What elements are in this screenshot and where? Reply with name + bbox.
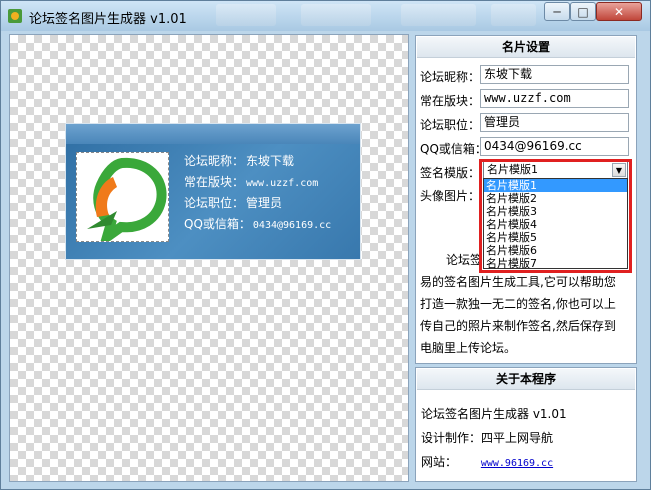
template-select[interactable]: 名片模版1 ▼ [483, 161, 628, 179]
template-option-3[interactable]: 名片模版3 [484, 205, 627, 218]
title-bar[interactable]: 论坛签名图片生成器 v1.01 ─ □ ✕ [1, 1, 650, 31]
template-selected-value: 名片模版1 [487, 163, 538, 176]
card-email-label: QQ或信箱： [184, 217, 251, 231]
template-option-5[interactable]: 名片模版5 [484, 231, 627, 244]
template-option-4[interactable]: 名片模版4 [484, 218, 627, 231]
card-email-value: 0434@96169.cc [252, 220, 332, 231]
template-option-1[interactable]: 名片模版1 [484, 179, 627, 192]
app-window: 论坛签名图片生成器 v1.01 ─ □ ✕ 论坛昵称： 东坡下载 常在版块： www… [0, 0, 651, 490]
card-position-value: 管理员 [246, 196, 283, 210]
titlebar-decoration [301, 4, 371, 26]
email-label: QQ或信箱： [420, 142, 487, 156]
template-dropdown-list[interactable]: 名片模版1 名片模版2 名片模版3 名片模版4 名片模版5 名片模版6 名片模版… [483, 178, 628, 270]
minimize-button[interactable]: ─ [544, 2, 570, 21]
maximize-button[interactable]: □ [570, 2, 596, 21]
close-icon: ✕ [613, 4, 625, 19]
card-position: 论坛职位： 管理员 [184, 194, 282, 211]
description-line: 易的签名图片生成工具,它可以帮助您 [420, 275, 616, 289]
position-label: 论坛职位： [420, 118, 481, 132]
about-app-name: 论坛签名图片生成器 v1.01 [421, 407, 567, 421]
titlebar-decoration [401, 4, 476, 26]
description-line: 传自己的照片来制作签名,然后保存到 [420, 319, 616, 333]
template-label: 签名模版： [420, 166, 481, 180]
card-nickname-label: 论坛昵称： [184, 154, 245, 168]
position-field[interactable]: 管理员 [480, 113, 629, 132]
logo-icon [87, 157, 167, 250]
author-label: 设计制作： [421, 431, 482, 445]
email-field[interactable]: 0434@96169.cc [480, 137, 629, 156]
site-label: 网站： [421, 455, 458, 469]
card-settings-panel: 名片设置 论坛昵称： 东坡下载 常在版块： www.uzzf.com 论坛职位：… [415, 35, 637, 364]
card-settings-header: 名片设置 [417, 37, 635, 58]
about-header: 关于本程序 [417, 369, 635, 390]
description-line: 电脑里上传论坛。 [420, 341, 517, 355]
avatar-label: 头像图片： [420, 189, 481, 203]
card-position-label: 论坛职位： [184, 196, 245, 210]
card-header-strip [66, 124, 360, 144]
card-board-value: www.uzzf.com [246, 178, 319, 189]
about-site: 网站： www.96169.cc [421, 453, 553, 470]
board-field[interactable]: www.uzzf.com [480, 89, 629, 108]
template-option-6[interactable]: 名片模版6 [484, 244, 627, 257]
preview-canvas: 论坛昵称： 东坡下载 常在版块： www.uzzf.com 论坛职位： 管理员 QQ或… [9, 34, 409, 482]
about-panel: 关于本程序 论坛签名图片生成器 v1.01 设计制作：四平上网导航 网站： ww… [415, 367, 637, 482]
card-email: QQ或信箱： 0434@96169.cc [184, 215, 331, 232]
author-value: 四平上网导航 [481, 431, 554, 445]
titlebar-decoration [491, 4, 536, 26]
template-option-2[interactable]: 名片模版2 [484, 192, 627, 205]
description-line: 打造一款独一无二的签名,你也可以上 [420, 297, 616, 311]
app-icon [8, 9, 22, 23]
minimize-icon: ─ [553, 4, 561, 19]
about-author: 设计制作：四平上网导航 [421, 429, 553, 446]
template-option-7[interactable]: 名片模版7 [484, 257, 627, 270]
site-link[interactable]: www.96169.cc [481, 458, 553, 469]
dropdown-arrow-icon[interactable]: ▼ [612, 163, 626, 177]
nickname-label: 论坛昵称： [420, 70, 481, 84]
avatar-image [76, 152, 169, 250]
card-board: 常在版块： www.uzzf.com [184, 173, 318, 190]
nickname-field[interactable]: 东坡下载 [480, 65, 629, 84]
card-nickname-value: 东坡下载 [246, 154, 295, 168]
card-board-label: 常在版块： [184, 175, 245, 189]
card-nickname: 论坛昵称： 东坡下载 [184, 152, 294, 169]
close-button[interactable]: ✕ [596, 2, 642, 21]
maximize-icon: □ [577, 4, 589, 19]
signature-card-preview: 论坛昵称： 东坡下载 常在版块： www.uzzf.com 论坛职位： 管理员 QQ或… [65, 123, 361, 260]
titlebar-decoration [216, 4, 276, 26]
board-label: 常在版块： [420, 94, 481, 108]
window-title: 论坛签名图片生成器 v1.01 [29, 12, 187, 27]
